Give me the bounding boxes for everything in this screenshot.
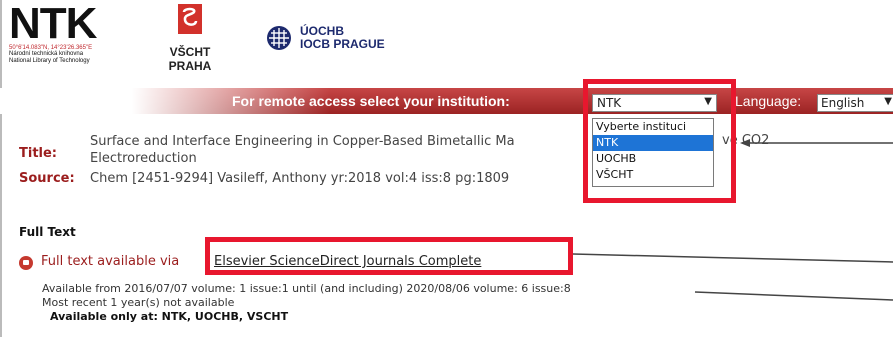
callout-line-link [572,253,893,263]
title-line-1: Surface and Interface Engineering in Cop… [90,134,515,149]
language-select[interactable]: English ▼ [817,94,893,112]
page-border [0,0,2,337]
vscht-emblem-icon [178,4,202,34]
ntk-logo-line1: Národní technická knihovna [9,51,84,57]
institution-option[interactable]: VŠCHT [593,167,713,183]
source-value: Chem [2451-9294] Vasileff, Anthony yr:20… [90,171,510,186]
ntk-logo-mark: NTK [9,0,97,48]
uochb-emblem-icon [267,26,291,50]
ntk-logo: NTK 50°6'14.083"N, 14°23'26.365"E Národn… [9,0,97,65]
uochb-logo-line2: IOCB PRAGUE [300,37,385,51]
institution-option-selected[interactable]: NTK [593,135,713,151]
vscht-logo-text: VŠCHT PRAHA [168,45,212,73]
available-institutions: Available only at: NTK, UOCHB, VSCHT [50,310,289,323]
institution-option[interactable]: Vyberte instituci [593,119,713,135]
title-label: Title: [19,146,58,161]
institution-dropdown-list: Vyberte instituci NTK UOCHB VŠCHT [592,118,714,187]
embargo-note: Most recent 1 year(s) not available [42,296,235,309]
vscht-logo: VŠCHT PRAHA [150,4,230,73]
full-text-heading: Full Text [19,225,76,239]
highlight-box-link [205,237,573,275]
full-text-available-label: Full text available via [41,254,180,269]
source-label: Source: [19,171,75,186]
title-line-2: Electroreduction [90,151,197,166]
uochb-logo: ÚOCHB IOCB PRAGUE [266,25,385,51]
availability-range: Available from 2016/07/07 volume: 1 issu… [42,282,571,295]
title-value: Surface and Interface Engineering in Cop… [90,133,590,167]
remote-access-label: For remote access select your institutio… [232,93,510,109]
language-select-value: English [821,96,865,110]
full-text-icon [19,256,33,270]
institution-option[interactable]: UOCHB [593,151,713,167]
chevron-down-icon: ▼ [884,96,892,107]
ntk-logo-line2: National Library of Technology [9,58,90,64]
language-label: Language: [735,93,802,109]
callout-line-availability [694,291,893,301]
